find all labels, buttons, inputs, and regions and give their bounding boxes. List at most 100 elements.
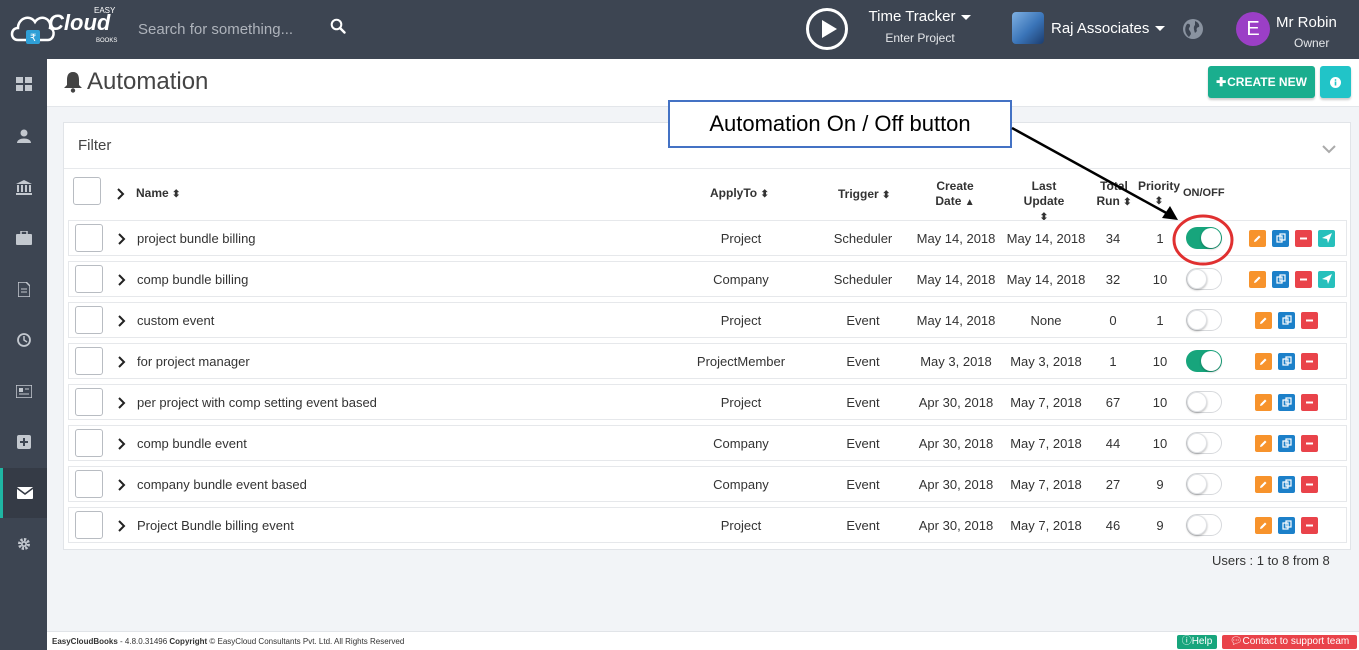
search-input[interactable] — [128, 14, 328, 44]
copy-button[interactable] — [1272, 271, 1289, 288]
delete-button[interactable] — [1301, 517, 1318, 534]
edit-button[interactable] — [1255, 312, 1272, 329]
delete-button[interactable] — [1301, 476, 1318, 493]
easycloudbooks-logo[interactable]: ₹ EASY Cloud BOOKS — [8, 4, 120, 52]
last-update-cell: May 14, 2018 — [1006, 231, 1086, 246]
expand-row-chevron-icon[interactable] — [118, 396, 130, 410]
row-checkbox[interactable] — [75, 224, 103, 252]
delete-button[interactable] — [1301, 394, 1318, 411]
automation-on-off-toggle[interactable] — [1186, 350, 1222, 372]
edit-button[interactable] — [1255, 435, 1272, 452]
sidebar-item-add[interactable] — [0, 417, 47, 467]
run-button[interactable] — [1318, 271, 1335, 288]
copy-icon — [1281, 394, 1292, 412]
pencil-icon — [1259, 435, 1268, 453]
column-header-last-update[interactable]: Last Update ⬍ — [1019, 179, 1069, 225]
briefcase-icon — [15, 231, 32, 245]
table-row[interactable]: comp bundle billing Company Scheduler May 1… — [68, 261, 1347, 297]
edit-button[interactable] — [1255, 517, 1272, 534]
expand-all-chevron-icon[interactable] — [117, 187, 129, 201]
delete-button[interactable] — [1301, 312, 1318, 329]
company-switcher[interactable]: Raj Associates — [1012, 12, 1166, 44]
time-tracker-play-button[interactable] — [806, 8, 848, 50]
priority-cell: 9 — [1156, 477, 1164, 492]
last-update-cell: May 3, 2018 — [1010, 354, 1082, 369]
expand-row-chevron-icon[interactable] — [118, 232, 130, 246]
copy-button[interactable] — [1278, 517, 1295, 534]
column-header-trigger[interactable]: Trigger ⬍ — [838, 187, 890, 203]
contact-support-button[interactable]: 💬︎Contact to support team — [1222, 635, 1357, 649]
sidebar-item-documents[interactable] — [0, 264, 47, 314]
copy-button[interactable] — [1278, 435, 1295, 452]
copy-icon — [1281, 435, 1292, 453]
row-checkbox[interactable] — [75, 511, 103, 539]
expand-row-chevron-icon[interactable] — [118, 478, 130, 492]
row-checkbox[interactable] — [75, 470, 103, 498]
row-checkbox[interactable] — [75, 388, 103, 416]
select-all-checkbox[interactable] — [73, 177, 101, 205]
column-header-priority[interactable]: Priority ⬍ — [1137, 179, 1181, 209]
automation-on-off-toggle[interactable] — [1186, 432, 1222, 454]
edit-button[interactable] — [1249, 230, 1266, 247]
globe-icon[interactable] — [1182, 18, 1204, 40]
minus-icon — [1305, 517, 1314, 535]
table-row[interactable]: for project manager ProjectMember Event May… — [68, 343, 1347, 379]
expand-row-chevron-icon[interactable] — [118, 314, 130, 328]
table-row[interactable]: project bundle billing Project Scheduler Ma… — [68, 220, 1347, 256]
automation-on-off-toggle[interactable] — [1186, 514, 1222, 536]
expand-row-chevron-icon[interactable] — [118, 437, 130, 451]
delete-button[interactable] — [1301, 435, 1318, 452]
row-checkbox[interactable] — [75, 429, 103, 457]
copy-button[interactable] — [1278, 476, 1295, 493]
automation-on-off-toggle[interactable] — [1186, 309, 1222, 331]
search-icon[interactable] — [330, 18, 350, 40]
edit-button[interactable] — [1255, 394, 1272, 411]
table-row[interactable]: per project with comp setting event base… — [68, 384, 1347, 420]
copy-button[interactable] — [1278, 353, 1295, 370]
automation-name: project bundle billing — [137, 231, 256, 246]
sidebar-item-projects[interactable] — [0, 213, 47, 263]
expand-row-chevron-icon[interactable] — [118, 519, 130, 533]
column-header-name[interactable]: Name ⬍ — [136, 186, 180, 202]
edit-button[interactable] — [1255, 353, 1272, 370]
table-row[interactable]: custom event Project Event May 14, 2018 None… — [68, 302, 1347, 338]
time-tracker-dropdown[interactable]: Time Tracker Enter Project — [860, 8, 980, 45]
run-button[interactable] — [1318, 230, 1335, 247]
automation-on-off-toggle[interactable] — [1186, 391, 1222, 413]
delete-button[interactable] — [1301, 353, 1318, 370]
table-row[interactable]: comp bundle event Company Event Apr 30, 201… — [68, 425, 1347, 461]
sidebar-item-automation[interactable] — [0, 468, 47, 518]
copy-button[interactable] — [1272, 230, 1289, 247]
create-new-button[interactable]: ✚ CREATE NEW — [1208, 66, 1315, 98]
expand-row-chevron-icon[interactable] — [118, 273, 130, 287]
column-header-create-date[interactable]: Create Date ▲ — [929, 179, 981, 210]
edit-button[interactable] — [1249, 271, 1266, 288]
sidebar-item-reports[interactable] — [0, 366, 47, 416]
sidebar-item-banking[interactable] — [0, 162, 47, 212]
delete-button[interactable] — [1295, 230, 1312, 247]
expand-row-chevron-icon[interactable] — [118, 355, 130, 369]
delete-button[interactable] — [1295, 271, 1312, 288]
copy-button[interactable] — [1278, 312, 1295, 329]
create-date-cell: Apr 30, 2018 — [918, 436, 994, 451]
copy-button[interactable] — [1278, 394, 1295, 411]
row-checkbox[interactable] — [75, 347, 103, 375]
info-button[interactable] — [1320, 66, 1351, 98]
sidebar-item-dashboard[interactable] — [0, 59, 47, 109]
column-header-applyto[interactable]: ApplyTo ⬍ — [710, 186, 769, 202]
table-row[interactable]: Project Bundle billing event Project Event… — [68, 507, 1347, 543]
sidebar-item-settings[interactable] — [0, 519, 47, 569]
automation-on-off-toggle[interactable] — [1186, 227, 1222, 249]
help-button[interactable]: ⓘHelp — [1177, 635, 1217, 649]
automation-on-off-toggle[interactable] — [1186, 473, 1222, 495]
table-row[interactable]: company bundle event based Company Event Ap… — [68, 466, 1347, 502]
automation-on-off-toggle[interactable] — [1186, 268, 1222, 290]
column-header-total-run[interactable]: Total Run ⬍ — [1094, 179, 1134, 210]
sidebar-item-users[interactable] — [0, 111, 47, 161]
edit-button[interactable] — [1255, 476, 1272, 493]
sidebar-item-timesheet[interactable] — [0, 315, 47, 365]
automation-name: custom event — [137, 313, 215, 328]
row-checkbox[interactable] — [75, 265, 103, 293]
row-checkbox[interactable] — [75, 306, 103, 334]
chevron-down-icon[interactable] — [1322, 141, 1336, 159]
